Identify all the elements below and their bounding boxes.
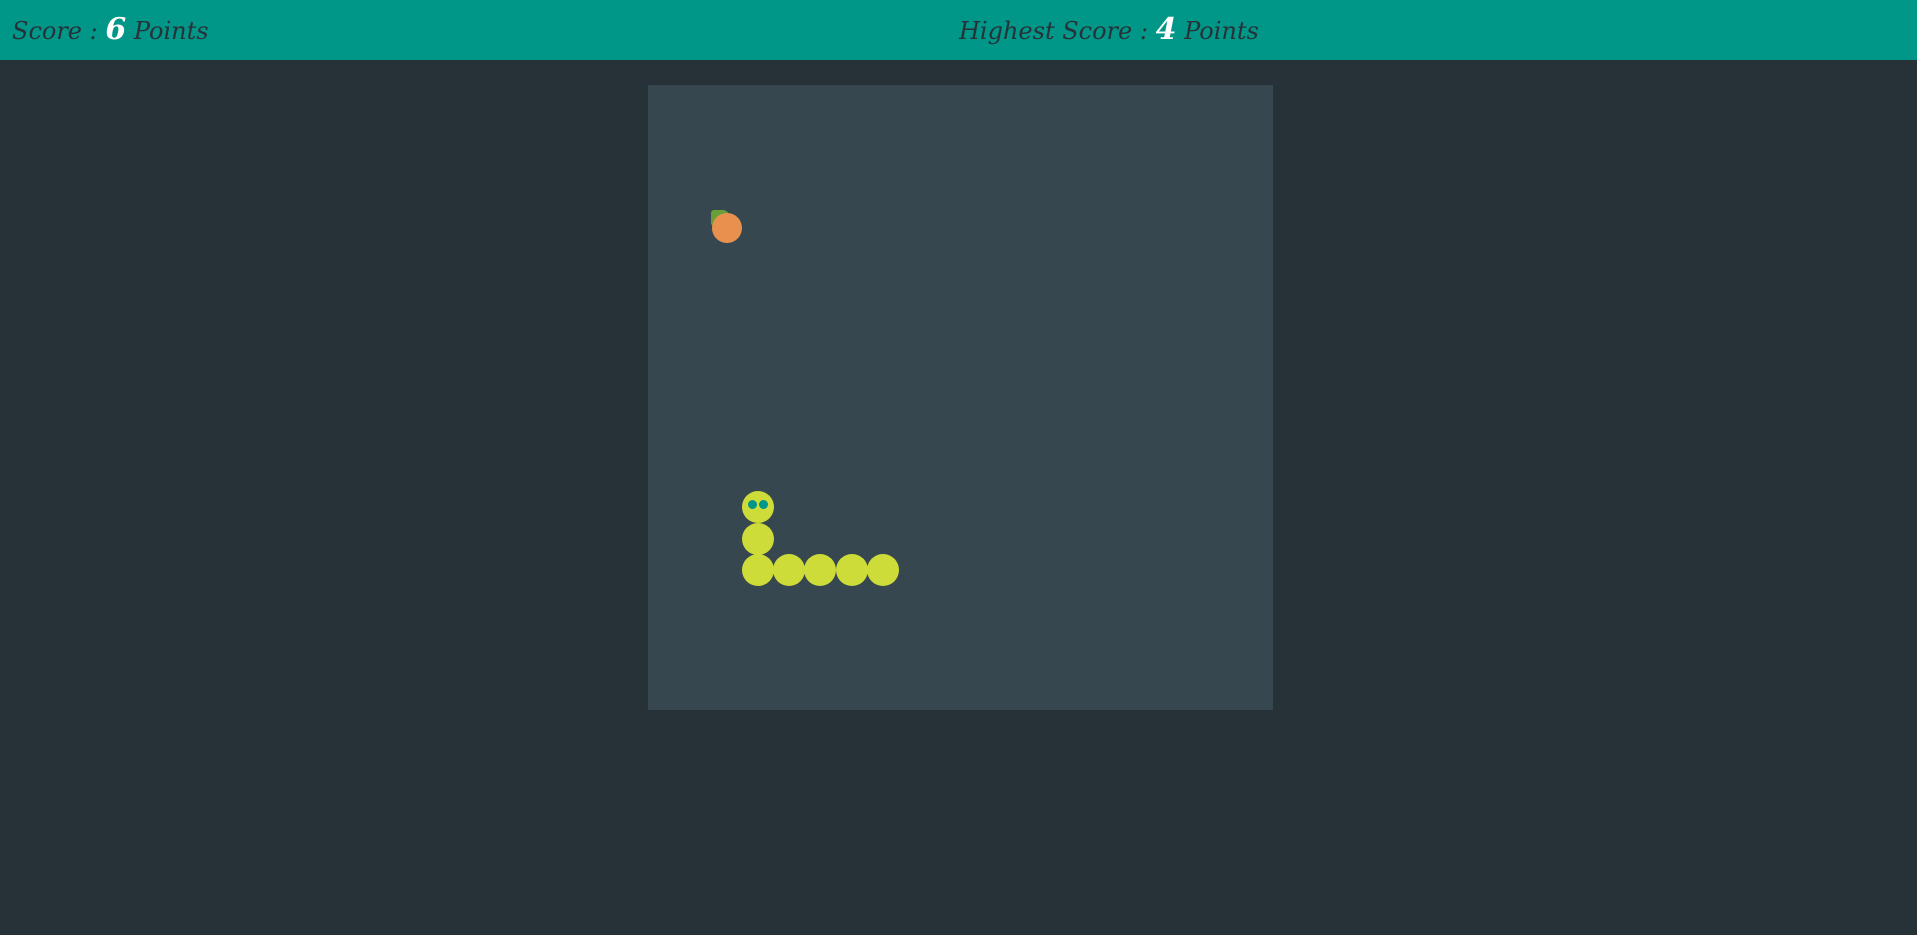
snake-segment bbox=[773, 553, 805, 586]
snake-head-icon bbox=[741, 491, 774, 524]
snake-segment bbox=[804, 553, 837, 586]
highest-score-value: 4 bbox=[1155, 12, 1177, 47]
snake-segment bbox=[866, 553, 899, 586]
orange-fruit-icon bbox=[710, 210, 743, 243]
game-board[interactable] bbox=[648, 85, 1273, 710]
snake-segment bbox=[741, 522, 774, 555]
score-unit: Points bbox=[126, 17, 209, 45]
food-body bbox=[711, 213, 742, 243]
highest-score: Highest Score : 4 Points bbox=[959, 12, 1259, 47]
snake-eye bbox=[747, 500, 757, 510]
current-score: Score : 6 Points bbox=[12, 12, 209, 47]
score-label: Score : bbox=[12, 17, 106, 45]
score-value: 6 bbox=[105, 12, 127, 47]
score-header: Score : 6 Points Highest Score : 4 Point… bbox=[0, 0, 1917, 60]
snake-segment bbox=[741, 553, 774, 586]
highest-score-label: Highest Score : bbox=[959, 17, 1156, 45]
snake-segment bbox=[835, 553, 868, 586]
highest-score-unit: Points bbox=[1176, 17, 1259, 45]
snake-eye bbox=[758, 500, 768, 510]
